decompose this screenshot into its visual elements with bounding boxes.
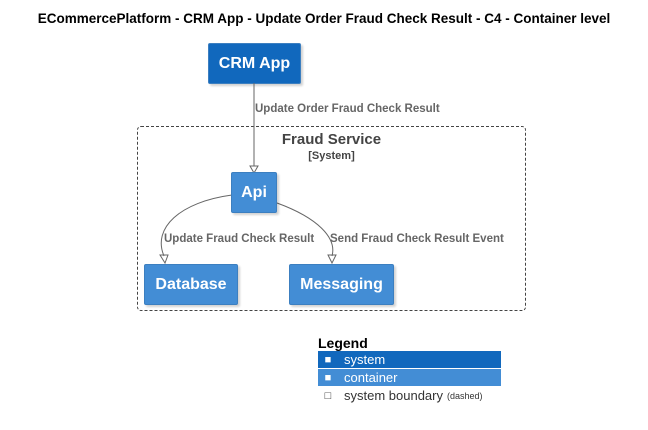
arrowhead-api-to-database <box>159 254 169 265</box>
legend-container-label: container <box>344 370 398 385</box>
legend-item-container: ■ container <box>318 369 501 386</box>
messaging-label: Messaging <box>300 275 383 293</box>
arrow-api-to-messaging <box>276 202 334 257</box>
arrow-api-to-database <box>160 194 233 257</box>
api-node[interactable]: Api <box>231 172 277 213</box>
messaging-node[interactable]: Messaging <box>289 264 394 305</box>
api-label: Api <box>241 183 267 201</box>
database-label: Database <box>155 275 227 293</box>
square-outline-icon: □ <box>324 389 332 402</box>
relation-label-api-to-database: Update Fraud Check Result <box>164 233 315 245</box>
database-node[interactable]: Database <box>144 264 238 305</box>
square-icon: ■ <box>324 371 332 384</box>
arrowhead-api-to-messaging <box>327 254 337 265</box>
legend-boundary-note: (dashed) <box>447 390 483 401</box>
legend-system-label: system <box>344 352 386 367</box>
relation-label-crm-to-api: Update Order Fraud Check Result <box>255 103 440 115</box>
legend-item-boundary: □ system boundary (dashed) <box>318 387 501 404</box>
square-icon: ■ <box>324 353 332 366</box>
legend-item-system: ■ system <box>318 351 501 368</box>
relation-label-api-to-messaging: Send Fraud Check Result Event <box>330 233 504 245</box>
legend-boundary-label: system boundary <box>344 388 443 403</box>
legend-title: Legend <box>318 335 368 351</box>
